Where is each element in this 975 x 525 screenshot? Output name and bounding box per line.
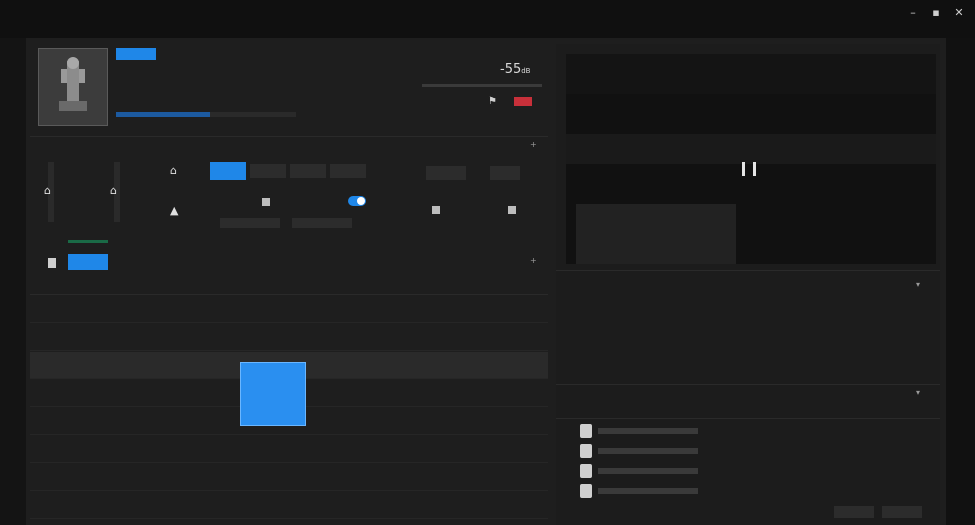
field-1[interactable] <box>220 218 280 228</box>
files-divider <box>556 384 940 385</box>
file-icon <box>580 444 592 458</box>
home-icon[interactable]: ⌂ <box>170 164 177 177</box>
table-row[interactable] <box>30 296 548 323</box>
props-list <box>556 296 940 376</box>
file-name-field[interactable] <box>598 428 698 434</box>
up-icon[interactable]: ▲ <box>170 204 178 217</box>
level-readout: -55dB <box>500 62 530 77</box>
checkbox-1[interactable] <box>262 198 270 206</box>
files-list <box>556 422 940 512</box>
file-row[interactable] <box>566 462 930 480</box>
preview-divider <box>556 270 940 271</box>
prop-row <box>566 328 930 342</box>
file-icon <box>580 484 592 498</box>
file-icon <box>580 464 592 478</box>
action-button[interactable] <box>426 166 466 180</box>
dropdown-option-2[interactable] <box>241 383 305 403</box>
progress-track <box>116 112 296 117</box>
file-row[interactable] <box>566 482 930 500</box>
prop-row <box>566 312 930 326</box>
tab-bar-accent <box>68 240 108 243</box>
close-button[interactable]: ✕ <box>952 6 966 20</box>
mode-tabs <box>210 144 410 156</box>
dropdown-option-1[interactable] <box>241 363 305 383</box>
checkbox-3[interactable] <box>508 206 516 214</box>
props-collapse-icon[interactable]: ▾ <box>916 280 920 289</box>
level-slider[interactable] <box>422 84 542 87</box>
minimize-button[interactable]: – <box>906 6 920 20</box>
file-icon <box>580 424 592 438</box>
file-row[interactable] <box>566 442 930 460</box>
statue-image <box>39 49 107 125</box>
mode-button-3[interactable] <box>290 164 326 178</box>
action-button-2[interactable] <box>490 166 520 180</box>
item-name <box>116 48 156 60</box>
prop-row <box>566 344 930 358</box>
pause-icon[interactable] <box>742 162 756 176</box>
prop-row <box>566 360 930 374</box>
fader-2-icon[interactable]: ⌂ <box>110 184 117 197</box>
dropdown-option-3[interactable] <box>241 403 305 423</box>
table-header <box>30 278 548 295</box>
field-2[interactable] <box>292 218 352 228</box>
preview-area <box>566 54 936 264</box>
file-name-field[interactable] <box>598 448 698 454</box>
mode-button-4[interactable] <box>330 164 366 178</box>
item-thumbnail <box>38 48 108 126</box>
right-panel: ▾ ▾ <box>556 44 940 525</box>
title-bar: – ▪ ✕ <box>0 0 975 38</box>
table-row[interactable] <box>30 324 548 351</box>
tab-active[interactable] <box>68 254 108 270</box>
fader-1-icon[interactable]: ⌂ <box>44 184 51 197</box>
collapse-icon[interactable]: + <box>530 140 537 149</box>
level-unit: dB <box>521 67 531 75</box>
file-name-field[interactable] <box>598 488 698 494</box>
files-collapse-icon[interactable]: ▾ <box>916 388 920 397</box>
progress-fill <box>116 112 210 117</box>
file-name-field[interactable] <box>598 468 698 474</box>
header-divider <box>30 136 548 137</box>
files-header <box>556 406 940 419</box>
left-panel: -55dB ⚑ + ⌂ ⌂ ⌂ ▲ + <box>30 44 548 525</box>
right-scroll-area[interactable] <box>946 38 975 525</box>
mode-button-2[interactable] <box>250 164 286 178</box>
maximize-button[interactable]: ▪ <box>929 6 943 20</box>
record-button[interactable] <box>514 97 532 106</box>
table-row[interactable] <box>30 464 548 491</box>
level-value: -55 <box>500 62 522 77</box>
toggle-switch-on[interactable] <box>348 196 366 206</box>
prop-row <box>566 296 930 310</box>
dropdown-menu[interactable] <box>240 362 306 426</box>
file-row[interactable] <box>566 422 930 440</box>
flag-icon[interactable]: ⚑ <box>488 96 500 107</box>
footer-button-2[interactable] <box>882 506 922 518</box>
tab-expand-icon[interactable]: + <box>530 256 537 265</box>
trash-icon[interactable] <box>48 258 56 268</box>
table-row[interactable] <box>30 436 548 463</box>
table-row[interactable] <box>30 492 548 519</box>
mode-chip-active[interactable] <box>210 162 246 180</box>
footer-button-1[interactable] <box>834 506 874 518</box>
checkbox-2[interactable] <box>432 206 440 214</box>
